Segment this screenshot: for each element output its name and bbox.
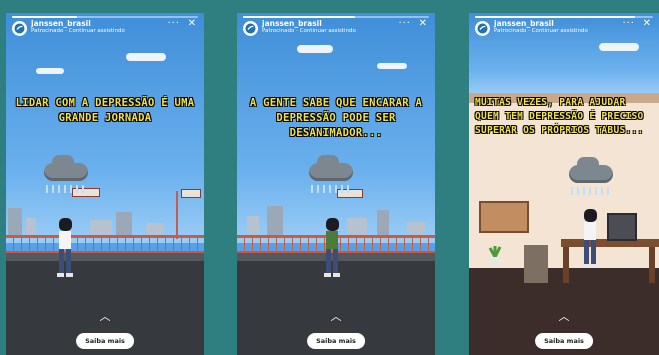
sponsored-label[interactable]: Patrocinado · Continuar assistindo: [31, 28, 125, 34]
janssen-logo-icon[interactable]: [12, 21, 27, 36]
cork-board: [479, 201, 529, 233]
more-options-icon[interactable]: ···: [622, 18, 635, 29]
character: [581, 209, 599, 269]
story-caption: A gente sabe que encarar a depressão pod…: [249, 97, 423, 139]
desk-leg: [563, 247, 569, 283]
close-icon[interactable]: ✕: [419, 18, 427, 29]
shelf: [524, 245, 548, 283]
computer-monitor: [607, 213, 637, 241]
account-name[interactable]: janssen_brasil: [494, 19, 554, 28]
character: [56, 218, 74, 278]
saiba-mais-button[interactable]: Saiba mais: [535, 333, 593, 349]
street-sign: [181, 189, 201, 198]
cloud: [36, 68, 64, 74]
street-lamp: [176, 191, 178, 239]
story-card-3[interactable]: Muitas vezes, para ajudar quem tem depre…: [469, 13, 659, 355]
rain-cloud: [309, 155, 353, 181]
character: [323, 218, 341, 278]
account-name[interactable]: janssen_brasil: [31, 19, 91, 28]
janssen-logo-icon[interactable]: [243, 21, 258, 36]
rain-cloud: [569, 157, 613, 183]
rain-drops: [311, 185, 351, 193]
close-icon[interactable]: ✕: [643, 18, 651, 29]
plant-icon: [487, 245, 503, 267]
story-caption: Lidar com a depressão é uma grande jorna…: [15, 97, 195, 124]
janssen-logo-icon[interactable]: [475, 21, 490, 36]
rain-drops: [46, 185, 86, 193]
story-header: janssen_brasil Patrocinado · Continuar a…: [469, 13, 659, 47]
saiba-mais-button[interactable]: Saiba mais: [307, 333, 365, 349]
desk-leg: [649, 247, 655, 283]
chevron-up-icon[interactable]: ︿: [100, 308, 111, 324]
story-card-2[interactable]: A gente sabe que encarar a depressão pod…: [237, 13, 435, 355]
rain-drops: [571, 187, 611, 195]
account-name[interactable]: janssen_brasil: [262, 19, 322, 28]
story-header: janssen_brasil Patrocinado · Continuar a…: [6, 13, 204, 47]
more-options-icon[interactable]: ···: [398, 18, 411, 29]
story-caption: Muitas vezes, para ajudar quem tem depre…: [475, 97, 644, 136]
sponsored-label[interactable]: Patrocinado · Continuar assistindo: [494, 28, 588, 34]
rain-cloud: [44, 155, 88, 181]
story-header: janssen_brasil Patrocinado · Continuar a…: [237, 13, 435, 47]
story-card-1[interactable]: Lidar com a depressão é uma grande jorna…: [6, 13, 204, 355]
city-skyline: [6, 198, 204, 238]
sponsored-label[interactable]: Patrocinado · Continuar assistindo: [262, 28, 356, 34]
more-options-icon[interactable]: ···: [167, 18, 180, 29]
saiba-mais-button[interactable]: Saiba mais: [76, 333, 134, 349]
chevron-up-icon[interactable]: ︿: [331, 308, 342, 324]
cloud: [126, 53, 166, 61]
close-icon[interactable]: ✕: [188, 18, 196, 29]
cloud: [377, 63, 407, 69]
chevron-up-icon[interactable]: ︿: [559, 308, 570, 324]
